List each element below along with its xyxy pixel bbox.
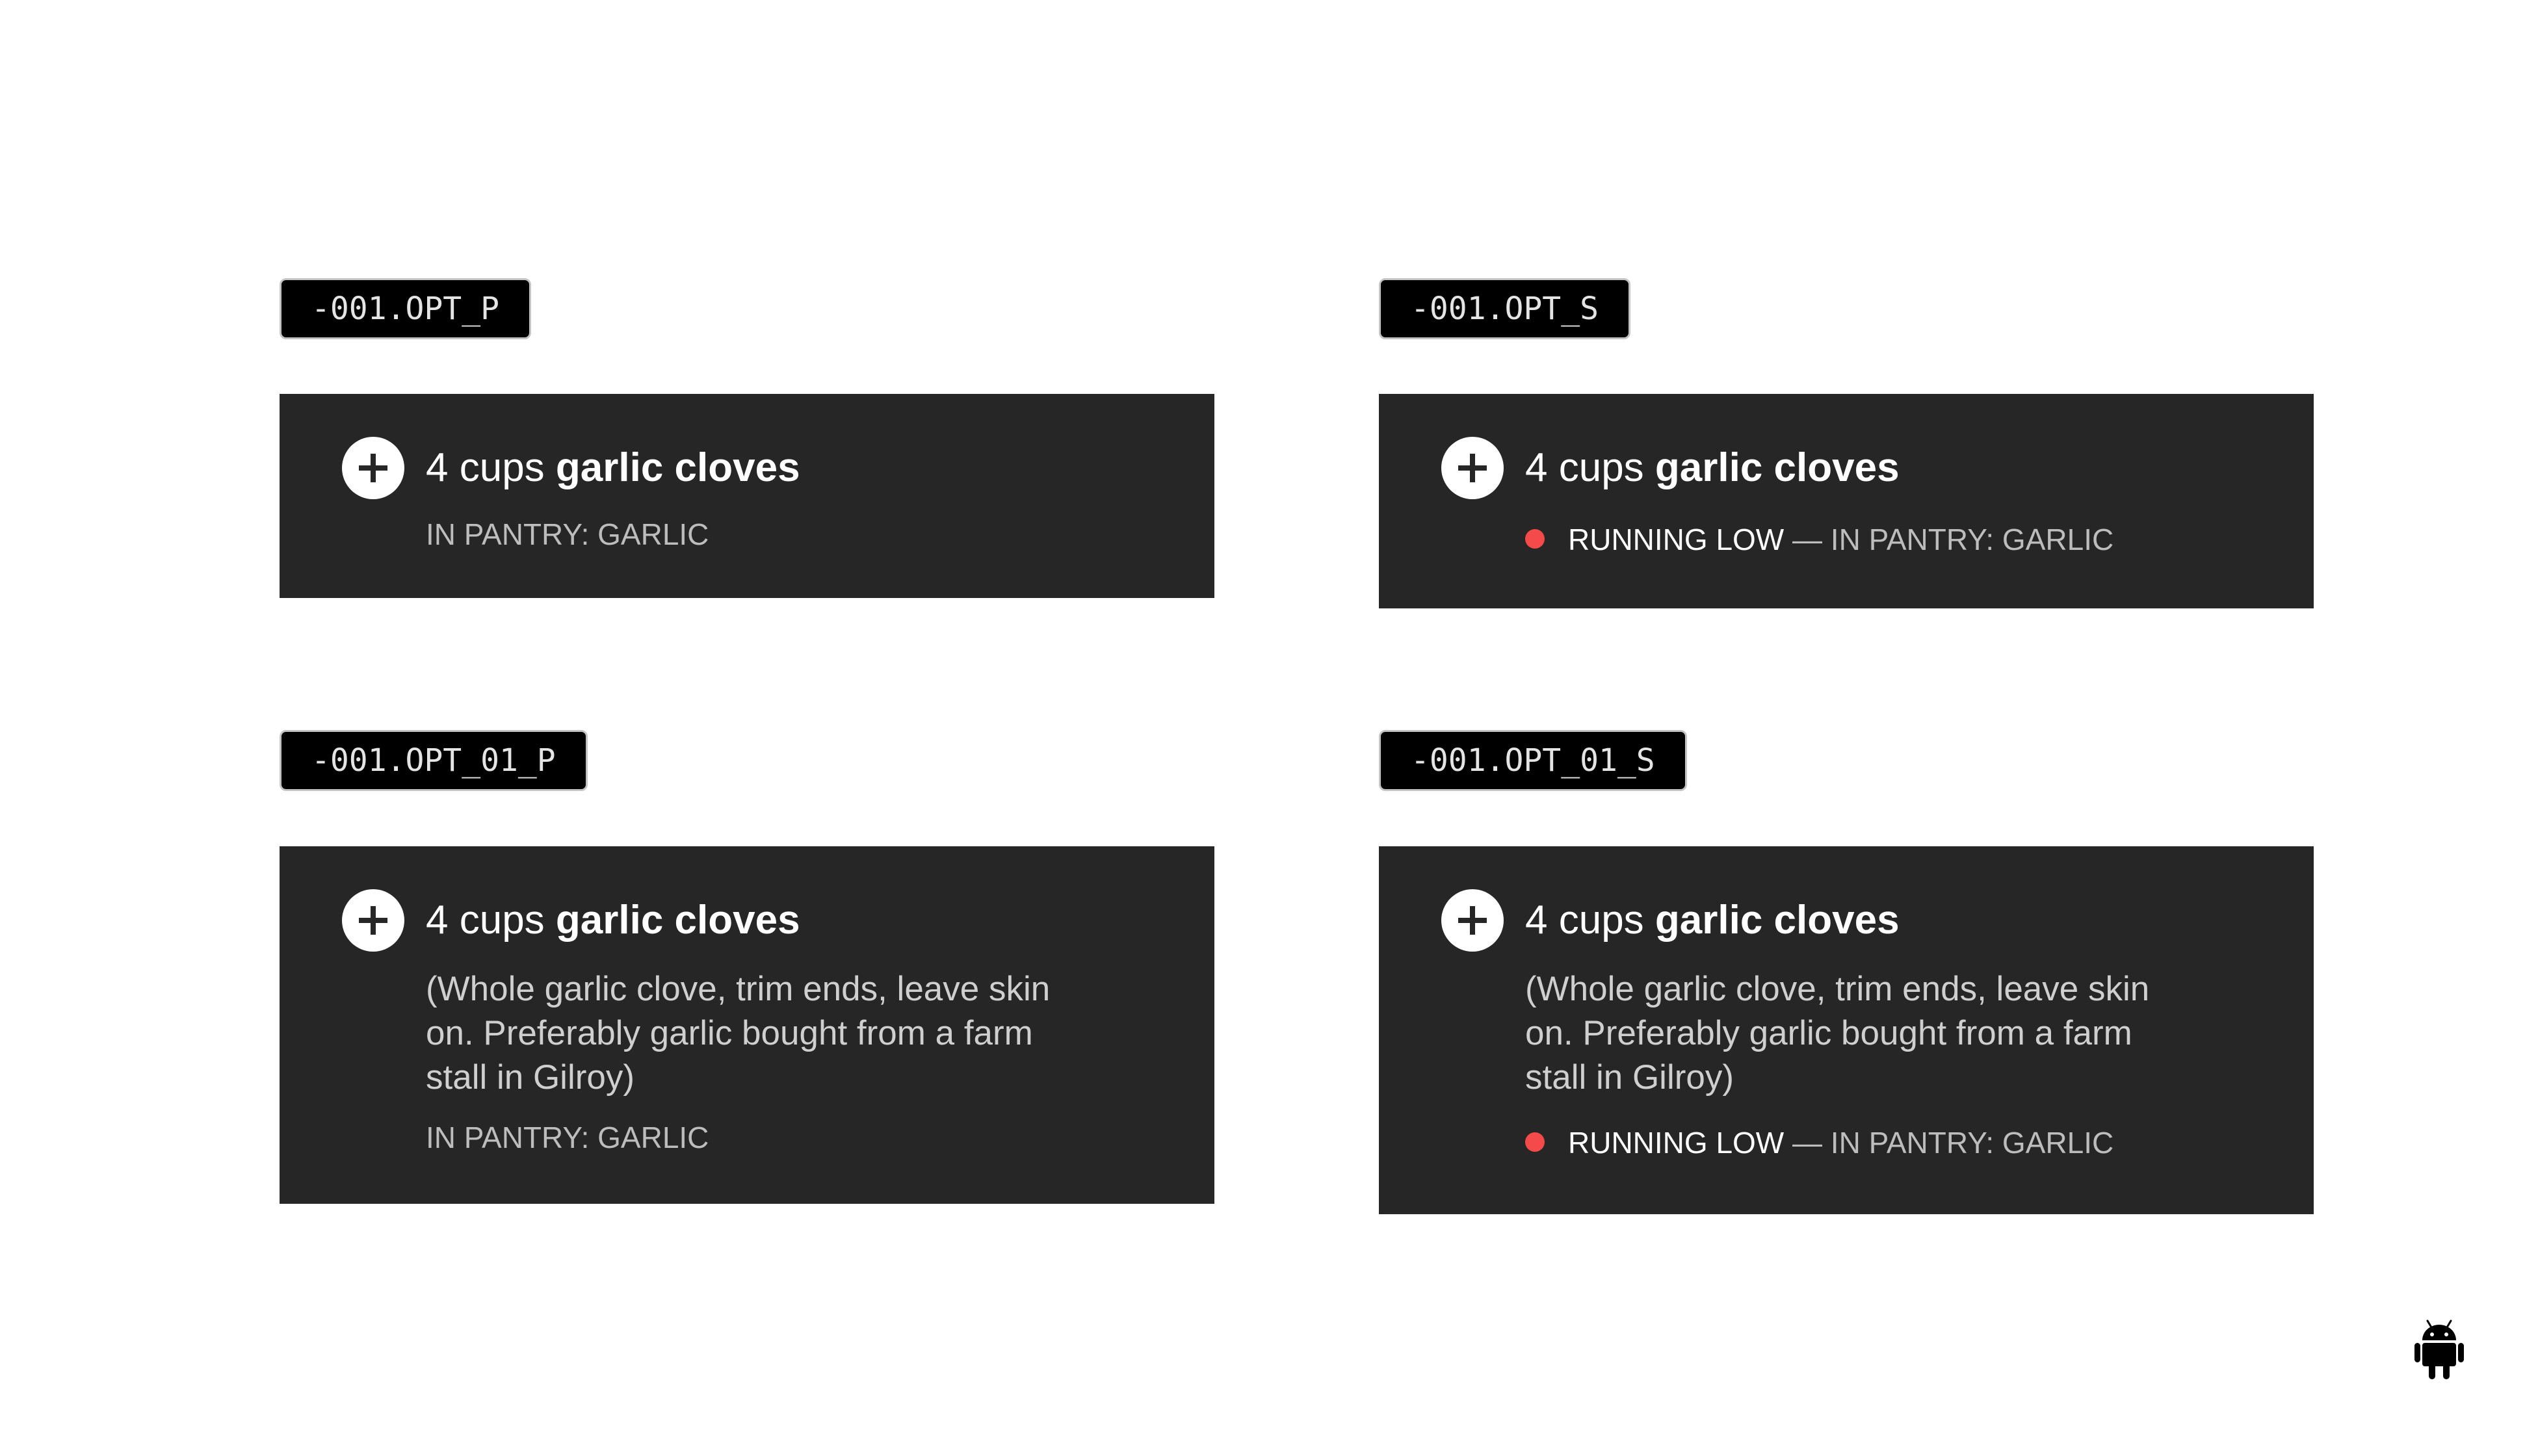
ingredient-card: 4 cups garlic cloves (Whole garlic clove… xyxy=(1379,846,2314,1214)
red-dot-icon xyxy=(1525,529,1545,549)
variant-tag: -001.OPT_01_P xyxy=(280,730,588,791)
pantry-label: — IN PANTRY: GARLIC xyxy=(1784,523,2114,556)
plus-circle-icon[interactable] xyxy=(1441,889,1504,952)
ingredient-title: 4 cups garlic cloves xyxy=(426,438,800,498)
ingredient-name: garlic cloves xyxy=(1655,445,1900,490)
variant-tag: -001.OPT_P xyxy=(280,278,531,339)
android-icon xyxy=(2414,1320,2464,1379)
ingredient-quantity: 4 cups xyxy=(426,898,545,942)
ingredient-quantity: 4 cups xyxy=(426,445,545,490)
variant-tag: -001.OPT_S xyxy=(1379,278,1630,339)
ingredient-name: garlic cloves xyxy=(1655,898,1900,942)
ingredient-name: garlic cloves xyxy=(555,898,800,942)
ingredient-title: 4 cups garlic cloves xyxy=(1525,438,1900,498)
variant-tag: -001.OPT_01_S xyxy=(1379,730,1687,791)
plus-circle-icon[interactable] xyxy=(342,889,404,952)
ingredient-title: 4 cups garlic cloves xyxy=(426,890,800,950)
pantry-status: RUNNING LOW — IN PANTRY: GARLIC xyxy=(1525,1123,2113,1162)
ingredient-title: 4 cups garlic cloves xyxy=(1525,890,1900,950)
pantry-label: IN PANTRY: GARLIC xyxy=(426,1121,709,1154)
plus-circle-icon[interactable] xyxy=(1441,437,1504,499)
plus-circle-icon[interactable] xyxy=(342,437,404,499)
pantry-label: IN PANTRY: GARLIC xyxy=(426,517,709,551)
ingredient-quantity: 4 cups xyxy=(1525,898,1644,942)
ingredient-card: 4 cups garlic cloves RUNNING LOW — IN PA… xyxy=(1379,394,2314,608)
ingredient-card: 4 cups garlic cloves IN PANTRY: GARLIC xyxy=(280,394,1214,598)
ingredient-note: (Whole garlic clove, trim ends, leave sk… xyxy=(426,970,1051,1097)
ingredient-quantity: 4 cups xyxy=(1525,445,1644,490)
running-low-label: RUNNING LOW xyxy=(1568,1126,1785,1160)
ingredient-name: garlic cloves xyxy=(555,445,800,490)
ingredient-card: 4 cups garlic cloves (Whole garlic clove… xyxy=(280,846,1214,1204)
pantry-status: RUNNING LOW — IN PANTRY: GARLIC xyxy=(1525,520,2113,559)
pantry-label: — IN PANTRY: GARLIC xyxy=(1784,1126,2114,1160)
red-dot-icon xyxy=(1525,1132,1545,1152)
ingredient-note: (Whole garlic clove, trim ends, leave sk… xyxy=(1525,970,2150,1097)
running-low-label: RUNNING LOW xyxy=(1568,523,1785,556)
